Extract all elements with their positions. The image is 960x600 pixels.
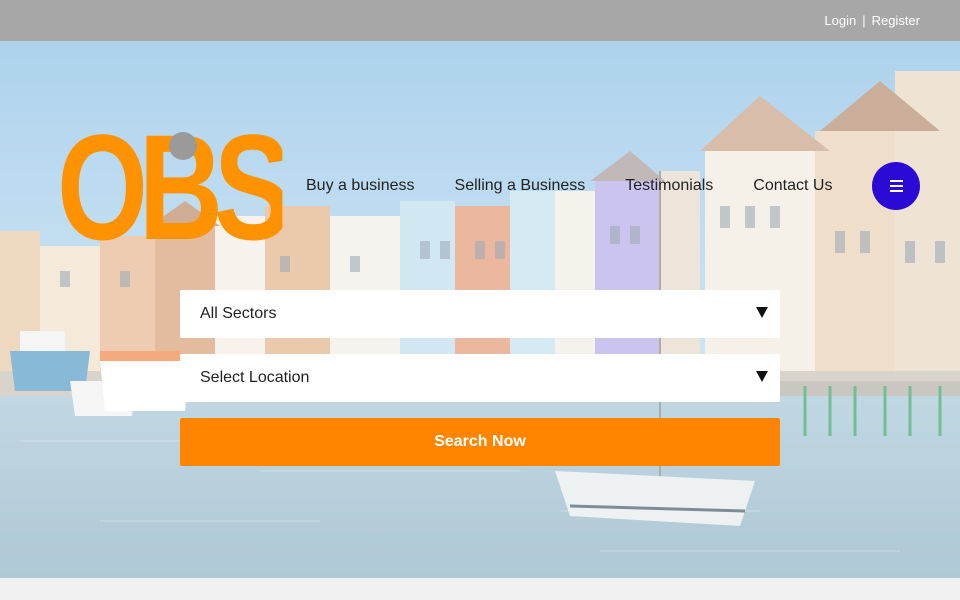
page-bottom-strip [0,578,960,600]
menu-button[interactable] [872,162,920,210]
location-select-value: Select Location [200,369,310,386]
logo-dot [169,132,197,160]
nav-item-testimonials[interactable]: Testimonials [625,177,713,195]
hamburger-icon-line [889,185,903,187]
nav-item-contact-us[interactable]: Contact Us [753,177,832,195]
login-link[interactable]: Login [824,13,856,28]
location-select[interactable]: Select Location [180,354,780,402]
nav-item-selling-business[interactable]: Selling a Business [455,177,586,195]
dropdown-arrow-icon [756,371,768,382]
hamburger-icon-line [889,190,903,192]
dropdown-arrow-icon [756,307,768,318]
hamburger-icon [889,180,903,182]
main-nav: Buy a business Selling a Business Testim… [306,177,832,195]
link-separator: | [862,13,866,28]
sector-select-value: All Sectors [200,305,277,322]
nav-item-buy-business[interactable]: Buy a business [306,177,415,195]
register-link[interactable]: Register [872,13,920,28]
sector-select[interactable]: All Sectors [180,290,780,338]
account-links: Login | Register [824,13,920,28]
search-now-button[interactable]: Search Now [180,418,780,466]
top-bar: Login | Register [0,0,960,41]
obs-logo[interactable]: OBS [57,127,346,247]
